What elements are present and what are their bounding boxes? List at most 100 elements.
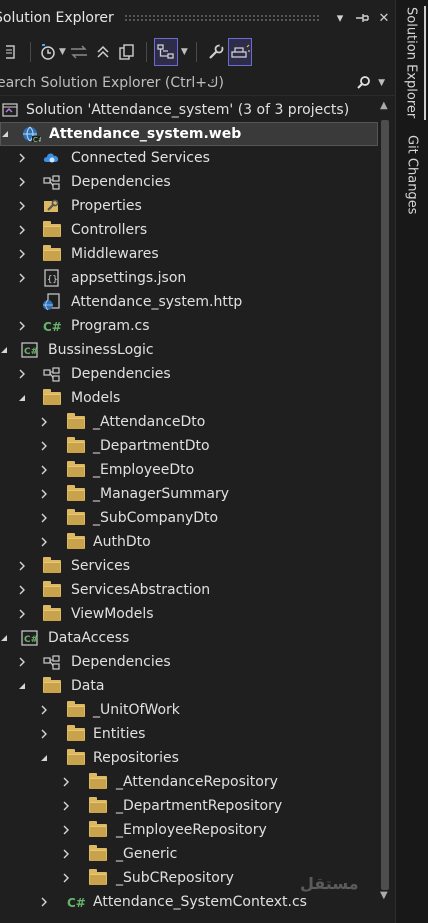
collapsed-arrow-icon[interactable] <box>38 536 50 548</box>
tree-item[interactable]: _Generic <box>0 842 378 866</box>
toolbar-separator <box>30 42 31 62</box>
collapsed-arrow-icon[interactable] <box>38 728 50 740</box>
chevron-down-icon[interactable]: ▼ <box>181 47 188 57</box>
tree-item[interactable]: _ManagerSummary <box>0 482 378 506</box>
collapsed-arrow-icon[interactable] <box>16 248 28 260</box>
collapse-all-button[interactable] <box>92 39 114 65</box>
collapsed-arrow-icon[interactable] <box>16 272 28 284</box>
collapsed-arrow-icon[interactable] <box>60 848 72 860</box>
collapsed-arrow-icon[interactable] <box>38 896 50 908</box>
preview-selected-items-button[interactable] <box>227 38 252 66</box>
tree-item[interactable]: Dependencies <box>0 650 378 674</box>
collapsed-arrow-icon[interactable] <box>16 224 28 236</box>
window-menu-button[interactable]: ▾ <box>329 7 351 29</box>
collapsed-arrow-icon[interactable] <box>16 176 28 188</box>
collapsed-arrow-icon[interactable] <box>16 152 28 164</box>
collapsed-arrow-icon[interactable] <box>38 440 50 452</box>
expanded-arrow-icon[interactable] <box>0 344 10 356</box>
tree-item-label: Models <box>71 390 121 406</box>
tree-item[interactable]: {} appsettings.json <box>0 266 378 290</box>
search-options-chevron-icon[interactable]: ▼ <box>378 78 385 88</box>
tab-solution-explorer[interactable]: Solution Explorer <box>398 6 426 120</box>
tree-item[interactable]: C# Attendance_SystemContext.cs <box>0 890 378 914</box>
preview-icon <box>231 44 250 58</box>
title-grip[interactable] <box>123 14 319 22</box>
scrollbar-thumb[interactable] <box>381 120 389 890</box>
collapsed-arrow-icon[interactable] <box>38 464 50 476</box>
tree-item[interactable]: _EmployeeRepository <box>0 818 378 842</box>
collapsed-arrow-icon[interactable] <box>38 488 50 500</box>
collapsed-arrow-icon[interactable] <box>16 320 28 332</box>
tree-item[interactable]: C# Attendance_system.web <box>0 122 378 146</box>
tree-item[interactable]: Data <box>0 674 378 698</box>
collapsed-arrow-icon[interactable] <box>60 776 72 788</box>
search-input[interactable]: earch Solution Explorer (Ctrl+ك) <box>0 75 356 91</box>
tree-item[interactable]: _DepartmentRepository <box>0 794 378 818</box>
collapsed-arrow-icon[interactable] <box>16 608 28 620</box>
collapsed-arrow-icon[interactable] <box>38 416 50 428</box>
tree-item[interactable]: Entities <box>0 722 378 746</box>
show-all-files-button[interactable] <box>116 39 138 65</box>
collapsed-arrow-icon[interactable] <box>60 872 72 884</box>
solution-view-button[interactable] <box>0 39 22 65</box>
collapsed-arrow-icon[interactable] <box>16 368 28 380</box>
tree-item[interactable]: Properties <box>0 194 378 218</box>
collapsed-arrow-icon[interactable] <box>16 560 28 572</box>
scroll-down-icon[interactable]: ▼ <box>380 890 388 901</box>
tree-item[interactable]: Connected Services <box>0 146 378 170</box>
tree-item[interactable]: _SubCompanyDto <box>0 506 378 530</box>
tree-item[interactable]: Models <box>0 386 378 410</box>
vertical-scrollbar[interactable]: ▲ ▼ <box>378 98 392 923</box>
tree-item[interactable]: Dependencies <box>0 170 378 194</box>
pin-button[interactable] <box>351 7 373 29</box>
properties-button[interactable] <box>205 39 227 65</box>
tree-item[interactable]: AuthDto <box>0 530 378 554</box>
tree-item[interactable]: ViewModels <box>0 602 378 626</box>
expanded-arrow-icon[interactable] <box>0 632 10 644</box>
tree-item[interactable]: _UnitOfWork <box>0 698 378 722</box>
switch-views-button[interactable] <box>153 38 178 66</box>
expanded-arrow-icon[interactable] <box>16 680 28 692</box>
search-icon[interactable] <box>356 75 372 91</box>
panel-title: Solution Explorer <box>0 10 114 26</box>
collapsed-arrow-icon[interactable] <box>16 584 28 596</box>
tree-item[interactable]: Middlewares <box>0 242 378 266</box>
collapsed-arrow-icon[interactable] <box>60 800 72 812</box>
csharp-file-icon: C# <box>42 317 62 335</box>
folder-icon <box>88 796 108 815</box>
collapsed-arrow-icon[interactable] <box>38 704 50 716</box>
close-button[interactable]: ✕ <box>373 7 395 29</box>
expanded-arrow-icon[interactable] <box>0 128 11 140</box>
tree-item[interactable]: _AttendanceRepository <box>0 770 378 794</box>
collapsed-arrow-icon[interactable] <box>16 200 28 212</box>
expanded-arrow-icon[interactable] <box>16 392 28 404</box>
sync-active-document-button[interactable] <box>68 39 90 65</box>
collapsed-arrow-icon[interactable] <box>60 824 72 836</box>
tree-item-label: Dependencies <box>71 174 171 190</box>
tree-item[interactable]: C# DataAccess <box>0 626 378 650</box>
tree-item[interactable]: Repositories <box>0 746 378 770</box>
tree-item[interactable]: ServicesAbstraction <box>0 578 378 602</box>
solution-toolbar: ▼ ▼ <box>0 36 395 68</box>
solution-node[interactable]: Solution 'Attendance_system' (3 of 3 pro… <box>0 98 378 122</box>
collapsed-arrow-icon[interactable] <box>38 512 50 524</box>
tree-item[interactable]: _EmployeeDto <box>0 458 378 482</box>
tree-item[interactable]: _AttendanceDto <box>0 410 378 434</box>
pending-changes-filter-button[interactable]: ▼ <box>39 39 66 65</box>
collapsed-arrow-icon[interactable] <box>16 656 28 668</box>
tab-git-changes[interactable]: Git Changes <box>398 134 426 216</box>
expanded-arrow-icon[interactable] <box>38 752 50 764</box>
search-box[interactable]: earch Solution Explorer (Ctrl+ك) ▼ <box>0 70 395 96</box>
svg-text:C#: C# <box>67 896 86 910</box>
tree-item[interactable]: Services <box>0 554 378 578</box>
toolbar-separator <box>195 42 197 62</box>
json-file-icon: {} <box>42 269 62 287</box>
tree-item[interactable]: Controllers <box>0 218 378 242</box>
tree-item[interactable]: C# Program.cs <box>0 314 378 338</box>
tree-item[interactable]: _DepartmentDto <box>0 434 378 458</box>
scroll-up-icon[interactable]: ▲ <box>380 100 388 111</box>
tree-item[interactable]: Dependencies <box>0 362 378 386</box>
chevron-down-icon: ▾ <box>336 10 344 26</box>
tree-item[interactable]: Attendance_system.http <box>0 290 378 314</box>
tree-item[interactable]: C# BussinessLogic <box>0 338 378 362</box>
